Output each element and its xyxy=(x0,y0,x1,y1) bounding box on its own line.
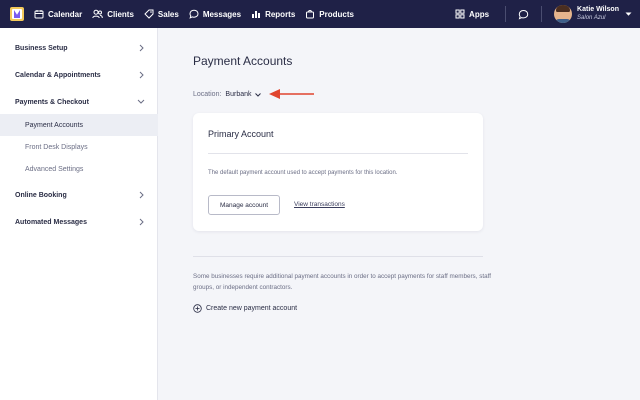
nav-sales[interactable]: Sales xyxy=(144,0,179,28)
nav-clients[interactable]: Clients xyxy=(92,0,134,28)
nav-reports[interactable]: Reports xyxy=(251,0,295,28)
bar-chart-icon xyxy=(252,11,261,18)
apps-label: Apps xyxy=(469,9,490,19)
sidebar-item-label: Online Booking xyxy=(15,191,67,199)
nav-messages-label: Messages xyxy=(202,9,242,19)
sidebar-item-business-setup[interactable]: Business Setup xyxy=(0,37,158,59)
card-description: The default payment account used to acce… xyxy=(208,170,398,176)
nav-calendar[interactable]: Calendar xyxy=(34,0,82,28)
nav-divider xyxy=(505,6,507,22)
sidebar-item-label: Payments & Checkout xyxy=(15,98,89,106)
card-divider xyxy=(208,153,468,154)
grid-icon xyxy=(455,9,465,19)
sidebar-item-automated-messages[interactable]: Automated Messages xyxy=(0,211,158,233)
nav-reports-label: Reports xyxy=(265,9,296,19)
sidebar-item-label: Payment Accounts xyxy=(25,121,83,129)
manage-account-button[interactable]: Manage account xyxy=(208,195,280,215)
tag-icon xyxy=(144,9,154,19)
avatar[interactable] xyxy=(554,5,573,23)
sidebar-item-label: Front Desk Displays xyxy=(25,143,88,151)
top-nav: Calendar Clients Sales Messages Reports … xyxy=(0,0,640,28)
create-payment-account-button[interactable]: Create new payment account xyxy=(193,304,297,313)
chat-icon xyxy=(189,9,199,19)
nav-messages[interactable]: Messages xyxy=(189,0,241,28)
chevron-down-icon[interactable] xyxy=(625,12,632,17)
nav-clients-label: Clients xyxy=(107,9,134,19)
create-payment-account-label: Create new payment account xyxy=(206,305,298,312)
chevron-right-icon xyxy=(139,44,144,52)
calendar-icon xyxy=(34,10,44,19)
clients-icon xyxy=(92,9,104,19)
sidebar-item-advanced-settings[interactable]: Advanced Settings xyxy=(0,158,158,180)
user-menu[interactable]: Katie Wilson Salon Azul xyxy=(577,6,619,22)
page-title: Payment Accounts xyxy=(193,54,293,68)
annotation-arrow-icon xyxy=(269,89,314,99)
chat-button[interactable] xyxy=(518,9,529,20)
sidebar-item-front-desk-displays[interactable]: Front Desk Displays xyxy=(0,136,158,158)
nav-calendar-label: Calendar xyxy=(48,9,83,19)
sidebar-item-payment-accounts[interactable]: Payment Accounts xyxy=(0,114,158,136)
app-logo-icon[interactable] xyxy=(10,7,24,21)
nav-divider xyxy=(541,6,543,22)
additional-accounts-note: Some businesses require additional payme… xyxy=(193,273,491,291)
nav-products-label: Products xyxy=(319,9,354,19)
sidebar-item-calendar-appointments[interactable]: Calendar & Appointments xyxy=(0,64,158,86)
user-salon: Salon Azul xyxy=(577,15,606,21)
nav-products[interactable]: Products xyxy=(305,0,354,28)
chevron-right-icon xyxy=(139,71,144,79)
location-selector[interactable]: Location: Burbank xyxy=(193,91,261,98)
sidebar-item-payments-checkout[interactable]: Payments & Checkout xyxy=(0,91,158,113)
section-divider xyxy=(193,256,483,257)
speech-bubble-icon xyxy=(518,9,529,19)
location-label: Location: xyxy=(193,91,222,98)
sidebar-item-online-booking[interactable]: Online Booking xyxy=(0,184,158,206)
user-name: Katie Wilson xyxy=(577,6,619,13)
apps-button[interactable]: Apps xyxy=(455,9,489,19)
settings-sidebar: Business Setup Calendar & Appointments P… xyxy=(0,28,158,400)
bag-icon xyxy=(306,10,315,19)
chevron-down-icon xyxy=(254,92,261,97)
primary-account-card: Primary Account The default payment acco… xyxy=(193,113,483,231)
chevron-right-icon xyxy=(139,218,144,226)
card-title: Primary Account xyxy=(208,129,274,139)
location-value: Burbank xyxy=(225,91,252,98)
view-transactions-link[interactable]: View transactions xyxy=(294,201,345,208)
sidebar-item-label: Automated Messages xyxy=(15,218,87,226)
nav-sales-label: Sales xyxy=(157,9,179,19)
chevron-down-icon xyxy=(137,99,145,104)
plus-circle-icon xyxy=(193,304,202,313)
sidebar-item-label: Advanced Settings xyxy=(25,165,84,173)
sidebar-item-label: Business Setup xyxy=(15,44,68,52)
sidebar-item-label: Calendar & Appointments xyxy=(15,71,101,79)
chevron-right-icon xyxy=(139,191,144,199)
